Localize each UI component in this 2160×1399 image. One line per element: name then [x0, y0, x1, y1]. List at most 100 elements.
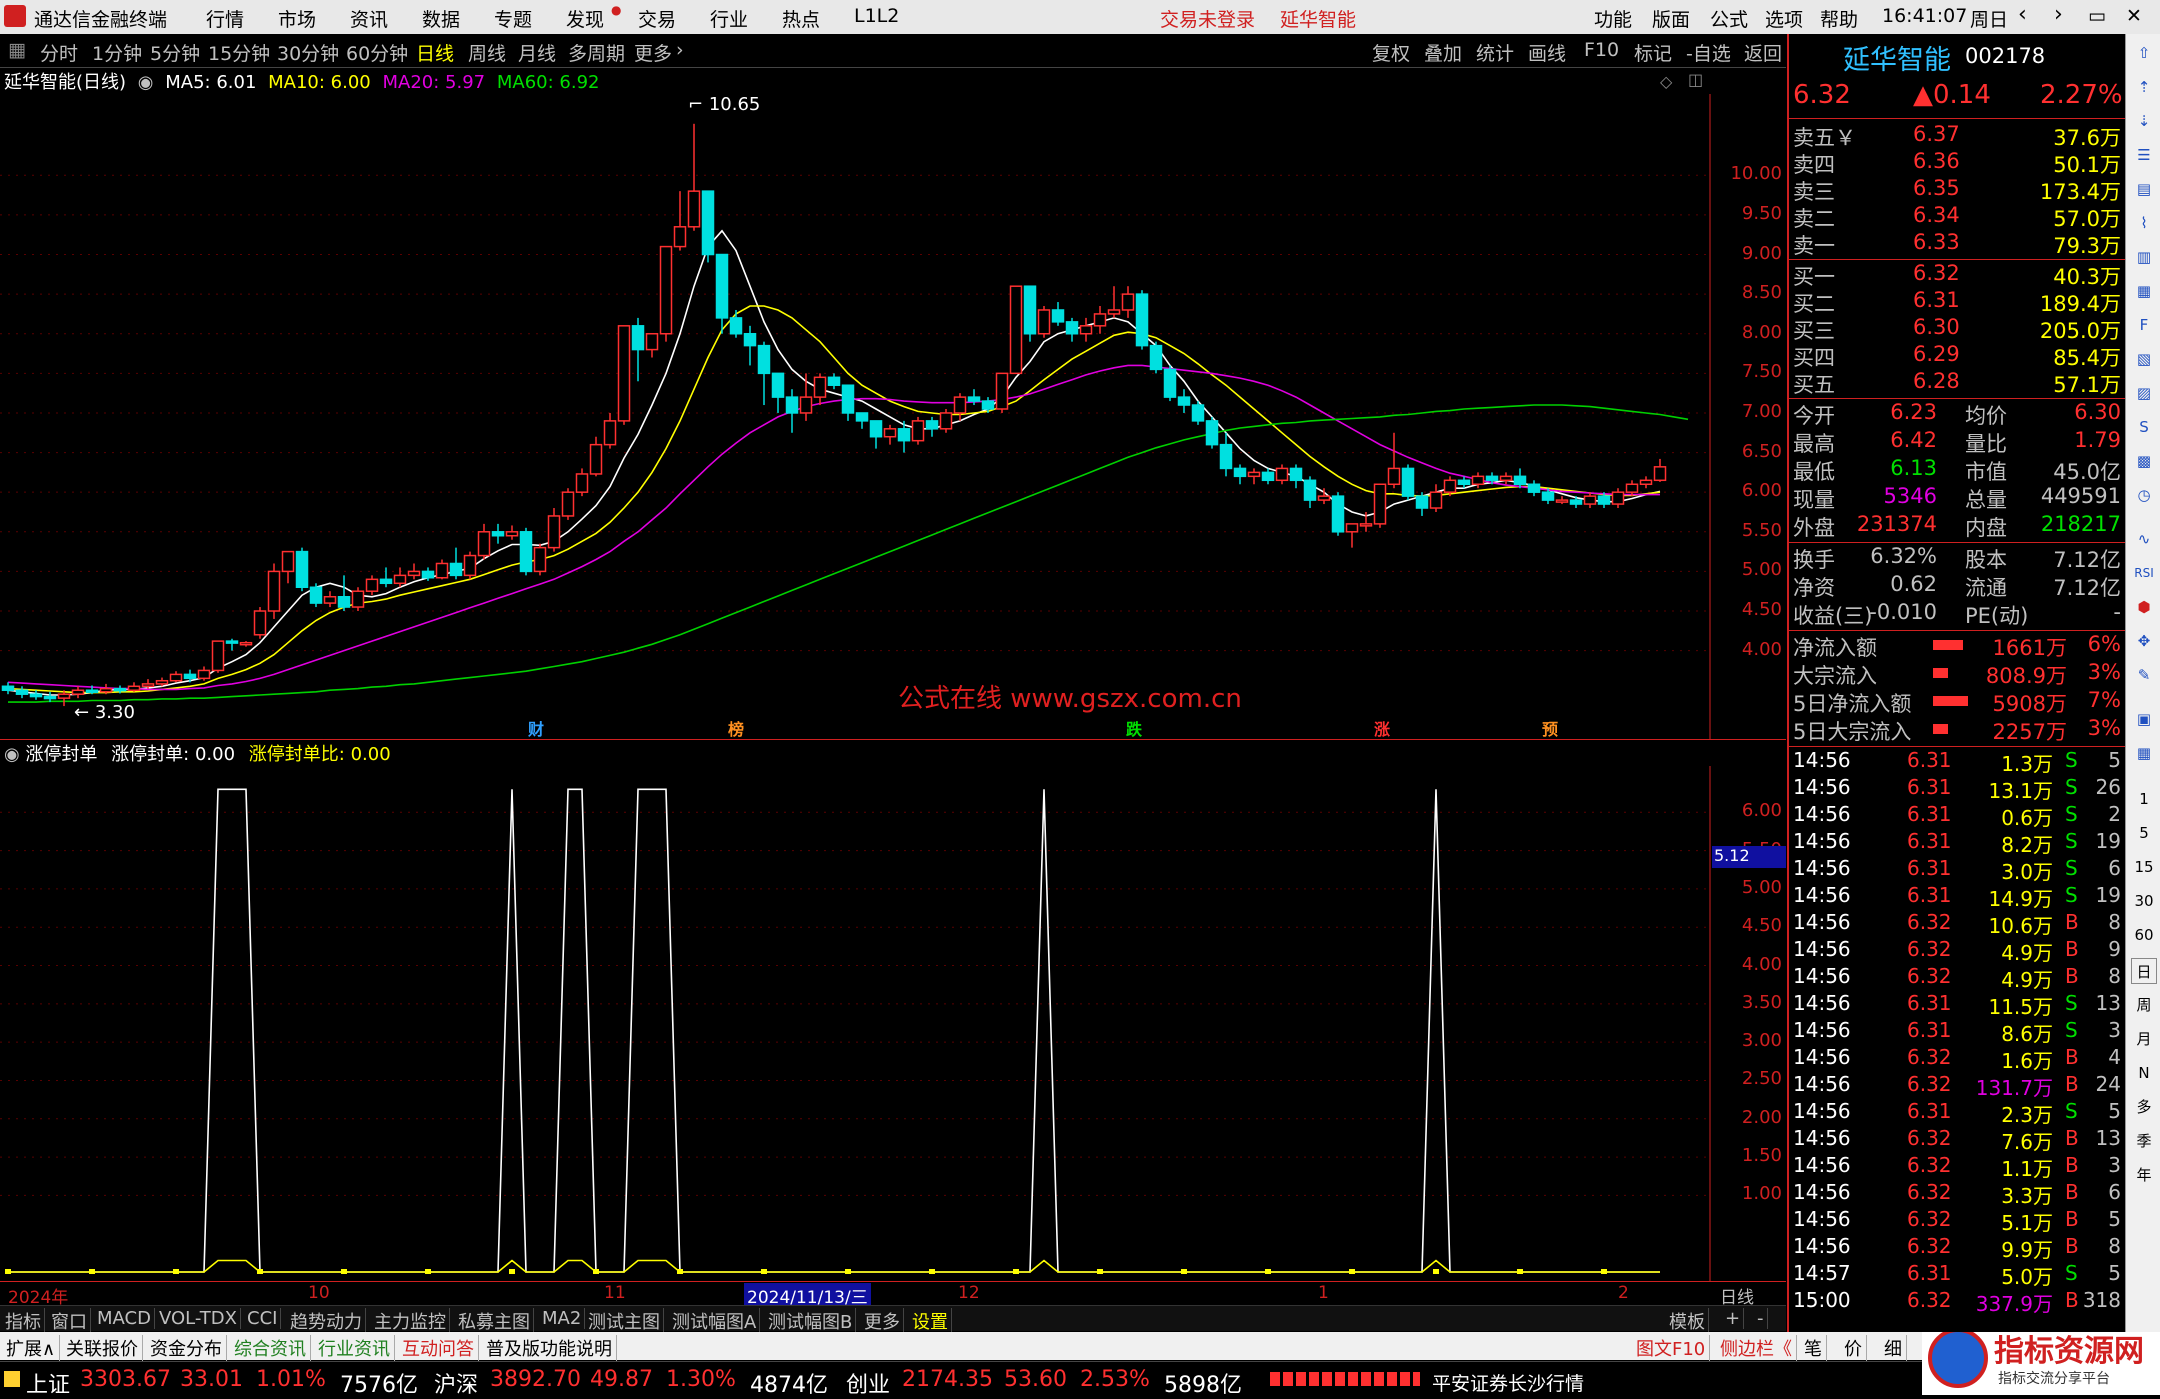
chevron-up-icon[interactable]: ⇡	[2131, 74, 2157, 100]
tab-zhibiao[interactable]: 指标	[2, 1308, 45, 1334]
sidebar-year[interactable]: 年	[2131, 1162, 2157, 1188]
tab-hangye-zixun[interactable]: 行业资讯	[314, 1335, 395, 1361]
sidebar-15min[interactable]: 15	[2131, 854, 2157, 880]
menu-shichang[interactable]: 市场	[278, 5, 316, 32]
event-marker-cai[interactable]: 财	[528, 716, 544, 740]
tab-zhuli[interactable]: 主力监控	[371, 1308, 450, 1334]
tab-jia[interactable]: 价	[1840, 1335, 1867, 1361]
hs-label[interactable]: 沪深	[434, 1367, 478, 1399]
tab-macd[interactable]: MACD	[94, 1308, 155, 1329]
tab-kuozhan[interactable]: 扩展∧	[2, 1335, 61, 1361]
button-diejia[interactable]: 叠加	[1424, 39, 1462, 66]
tab-chuangkou[interactable]: 窗口	[48, 1308, 91, 1334]
indicator-chart[interactable]	[0, 766, 1786, 1281]
tab-qushi[interactable]: 趋势动力	[287, 1308, 366, 1334]
doc-icon[interactable]: ▧	[2131, 346, 2157, 372]
clock-icon[interactable]: ◷	[2131, 482, 2157, 508]
tab-ceshi-main[interactable]: 测试主图	[585, 1308, 664, 1334]
event-marker-yu[interactable]: 预	[1542, 716, 1558, 740]
sidebar-multi[interactable]: 多	[2131, 1094, 2157, 1120]
event-marker-bang[interactable]: 榜	[728, 716, 744, 740]
login-status[interactable]: 交易未登录	[1160, 5, 1255, 32]
tab-ma2[interactable]: MA2	[539, 1308, 586, 1329]
menu-shuju[interactable]: 数据	[422, 5, 460, 32]
minimize-icon[interactable]: ▭	[2088, 5, 2106, 27]
line-chart-icon[interactable]: ⌇	[2131, 210, 2157, 236]
candle-icon[interactable]: ▥	[2131, 244, 2157, 270]
button-biaoji[interactable]: 标记	[1634, 39, 1672, 66]
settings-circle-icon[interactable]: ◉	[138, 72, 154, 93]
tab-more-indicators[interactable]: 更多	[861, 1308, 904, 1334]
chevron-down-icon[interactable]: ⇣	[2131, 108, 2157, 134]
menu-zixun[interactable]: 资讯	[350, 5, 388, 32]
button-fuquan[interactable]: 复权	[1372, 39, 1410, 66]
button-huaxian[interactable]: 画线	[1528, 39, 1566, 66]
sidebar-5min[interactable]: 5	[2131, 820, 2157, 846]
grid-icon[interactable]: ▦	[8, 39, 26, 61]
menu-gongshi[interactable]: 公式	[1710, 5, 1748, 32]
tab-ceshi-b[interactable]: 测试幅图B	[765, 1308, 857, 1334]
tab-zonghe[interactable]: 综合资讯	[230, 1335, 311, 1361]
sidebar-day[interactable]: 日	[2131, 958, 2157, 984]
menu-zhuanti[interactable]: 专题	[494, 5, 532, 32]
list-icon[interactable]: ☰	[2131, 142, 2157, 168]
tab-vol-tdx[interactable]: VOL-TDX	[156, 1308, 241, 1329]
sidebar-60min[interactable]: 60	[2131, 922, 2157, 948]
menu-redian[interactable]: 热点	[782, 5, 820, 32]
button-fanhui[interactable]: 返回	[1744, 39, 1782, 66]
tab-15min[interactable]: 15分钟	[208, 39, 270, 66]
tab-settings[interactable]: 设置	[909, 1308, 952, 1334]
event-marker-die[interactable]: 跌	[1126, 716, 1142, 740]
tab-zijin[interactable]: 资金分布	[146, 1335, 227, 1361]
button-zoom-in[interactable]: +	[1722, 1308, 1745, 1329]
menu-hangqing[interactable]: 行情	[206, 5, 244, 32]
report-icon[interactable]: ▦	[2131, 278, 2157, 304]
menu-banmian[interactable]: 版面	[1652, 5, 1690, 32]
back-arrow-icon[interactable]: ‹	[2018, 2, 2027, 27]
tab-30min[interactable]: 30分钟	[277, 39, 339, 66]
tab-guanlian[interactable]: 关联报价	[62, 1335, 143, 1361]
diamond-icon[interactable]: ◇	[1660, 72, 1672, 91]
button-tongji[interactable]: 统计	[1476, 39, 1514, 66]
sh-label[interactable]: 上证	[26, 1367, 70, 1399]
sidebar-week[interactable]: 周	[2131, 992, 2157, 1018]
tab-1min[interactable]: 1分钟	[92, 39, 142, 66]
menu-gongneng[interactable]: 功能	[1594, 5, 1632, 32]
wave-icon[interactable]: ∿	[2131, 526, 2157, 552]
sidebar-month[interactable]: 月	[2131, 1026, 2157, 1052]
f10-icon[interactable]: F	[2131, 312, 2157, 338]
candlestick-chart[interactable]	[0, 94, 1786, 740]
sidebar-1min[interactable]: 1	[2131, 786, 2157, 812]
tab-monthly[interactable]: 月线	[518, 39, 556, 66]
tab-more[interactable]: 更多	[634, 39, 672, 66]
tab-cci[interactable]: CCI	[244, 1308, 282, 1329]
sidebar-30min[interactable]: 30	[2131, 888, 2157, 914]
chevron-right-icon[interactable]: ›	[676, 39, 684, 61]
tab-multi-period[interactable]: 多周期	[568, 39, 625, 66]
pen-icon[interactable]: ✎	[2131, 662, 2157, 688]
tab-xi[interactable]: 细	[1880, 1335, 1907, 1361]
news-icon[interactable]: ▨	[2131, 380, 2157, 406]
button-template[interactable]: 模板	[1666, 1308, 1709, 1334]
tab-sidebar[interactable]: 侧边栏《	[1716, 1335, 1797, 1361]
tab-puji[interactable]: 普及版功能说明	[482, 1335, 617, 1361]
cy-label[interactable]: 创业	[846, 1367, 890, 1399]
fs-icon[interactable]: S	[2131, 414, 2157, 440]
menu-jiaoyi[interactable]: 交易	[638, 5, 676, 32]
move-icon[interactable]: ✥	[2131, 628, 2157, 654]
button-zixuan[interactable]: -自选	[1686, 39, 1731, 66]
button-f10[interactable]: F10	[1584, 39, 1619, 61]
menu-bangzhu[interactable]: 帮助	[1820, 5, 1858, 32]
tab-simu[interactable]: 私募主图	[455, 1308, 534, 1334]
fs-box-icon[interactable]: ▣	[2131, 706, 2157, 732]
panel-icon[interactable]: ◫	[1688, 70, 1703, 89]
grid2-icon[interactable]: ▦	[2131, 740, 2157, 766]
button-zoom-out[interactable]: -	[1754, 1308, 1768, 1329]
sidebar-season[interactable]: 季	[2131, 1128, 2157, 1154]
tab-bi[interactable]: 笔	[1800, 1335, 1827, 1361]
menu-faxian[interactable]: 发现	[566, 5, 604, 32]
tab-ceshi-a[interactable]: 测试幅图A	[669, 1308, 761, 1334]
tab-fenshi[interactable]: 分时	[40, 39, 78, 66]
menu-xuanxiang[interactable]: 选项	[1765, 5, 1803, 32]
forward-arrow-icon[interactable]: ›	[2054, 2, 2063, 27]
